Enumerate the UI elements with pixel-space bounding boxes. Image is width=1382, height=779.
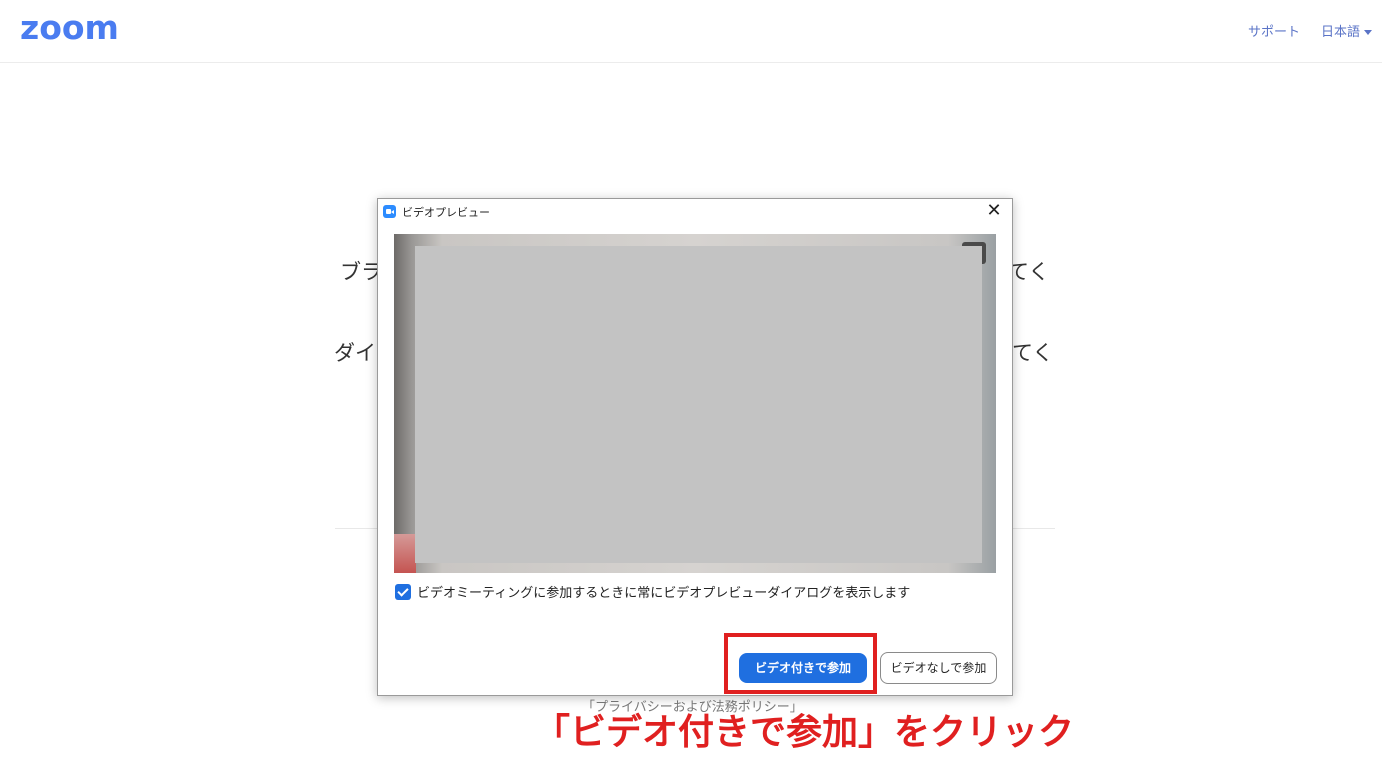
dialog-titlebar: ビデオプレビュー ✕ — [378, 199, 1012, 225]
top-header: zoom サポート 日本語 — [0, 0, 1382, 63]
language-label: 日本語 — [1321, 25, 1361, 40]
always-show-preview-checkbox[interactable] — [395, 584, 411, 600]
annotation-instruction: 「ビデオ付きで参加」をクリック — [534, 712, 1075, 753]
background-text-line1-left: ブラ — [340, 260, 382, 284]
caret-down-icon — [1364, 30, 1373, 35]
support-link[interactable]: サポート — [1248, 21, 1300, 40]
video-edge-detail — [394, 534, 416, 573]
annotation-highlight-box — [724, 633, 877, 694]
video-preview — [394, 234, 996, 573]
video-blur-overlay — [415, 246, 982, 563]
zoom-app-icon — [383, 205, 396, 218]
close-button[interactable]: ✕ — [984, 201, 1004, 221]
video-preview-dialog: ビデオプレビュー ✕ ビデオミーティングに参加するときに常にビデオプレビューダイ… — [377, 198, 1013, 696]
join-without-video-button[interactable]: ビデオなしで参加 — [880, 652, 997, 684]
background-text-line1-right: てく — [1008, 260, 1050, 284]
background-text-line2-right: てく — [1012, 341, 1054, 365]
background-text-line2-left: ダイ — [334, 341, 376, 365]
dialog-title: ビデオプレビュー — [402, 206, 490, 219]
always-show-preview-label[interactable]: ビデオミーティングに参加するときに常にビデオプレビューダイアログを表示します — [417, 582, 910, 601]
language-dropdown[interactable]: 日本語 — [1321, 21, 1373, 40]
zoom-logo[interactable]: zoom — [20, 8, 119, 47]
